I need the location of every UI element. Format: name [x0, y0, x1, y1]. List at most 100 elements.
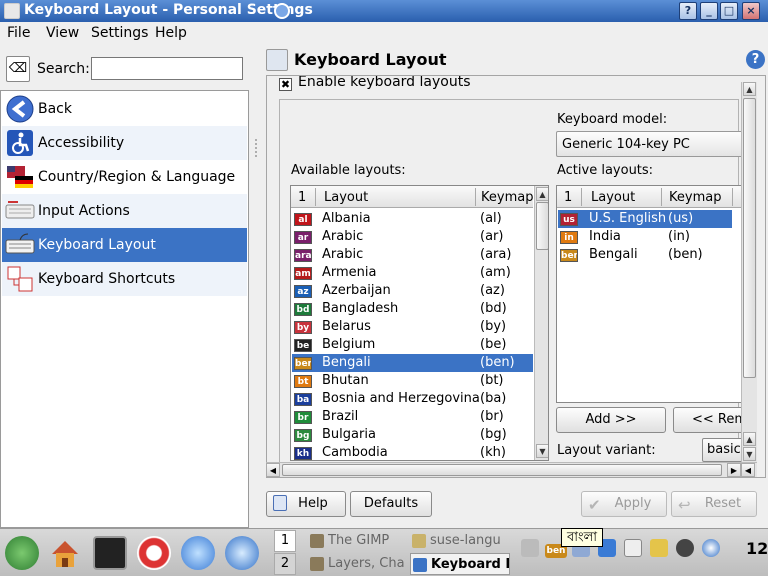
keyboard-layout-icon: [413, 558, 427, 572]
list-item[interactable]: in India (in): [558, 228, 732, 246]
list-item[interactable]: be Belgium (be): [292, 336, 533, 354]
reset-button[interactable]: ↩ Reset: [671, 491, 757, 517]
sidebar-item-back[interactable]: Back: [2, 92, 247, 126]
menu-settings[interactable]: Settings: [91, 25, 148, 41]
defaults-button[interactable]: Defaults: [350, 491, 432, 517]
help-icon[interactable]: ?: [746, 50, 765, 69]
task-the-gimp[interactable]: The GIMP: [308, 530, 408, 552]
help-lifebuoy-icon[interactable]: [137, 536, 171, 570]
list-item[interactable]: az Azerbaijan (az): [292, 282, 533, 300]
scroll-thumb[interactable]: [282, 464, 722, 476]
globe-tray-icon[interactable]: [702, 539, 720, 557]
help-button[interactable]: Help: [266, 491, 346, 517]
close-button[interactable]: ×: [742, 2, 760, 20]
panel-splitter[interactable]: [249, 90, 263, 528]
column-num[interactable]: 1: [298, 190, 306, 205]
window-titlebar[interactable]: Keyboard Layout - Personal Settings ? _ …: [0, 0, 768, 22]
available-list-scrollbar[interactable]: ▲ ▼: [534, 186, 548, 460]
mail-icon[interactable]: [225, 536, 259, 570]
terminal-icon[interactable]: [93, 536, 127, 570]
sidebar-item-label: Back: [38, 101, 72, 117]
list-item[interactable]: bd Bangladesh (bd): [292, 300, 533, 318]
scroll-left-icon[interactable]: ◀: [741, 463, 755, 477]
enable-layouts-row[interactable]: ✖ Enable keyboard layouts: [278, 76, 738, 92]
menu-view[interactable]: View: [46, 25, 79, 41]
list-item[interactable]: am Armenia (am): [292, 264, 533, 282]
layout-name: Arabic: [322, 229, 364, 244]
desktop-2-button[interactable]: 2: [274, 553, 296, 575]
desktop-1-button[interactable]: 1: [274, 530, 296, 552]
content-scrollbar[interactable]: ▲ ▲ ▼: [741, 82, 757, 462]
list-item[interactable]: al Albania (al): [292, 210, 533, 228]
scroll-up-icon[interactable]: ▲: [743, 82, 756, 96]
sidebar-item-keyboard-layout[interactable]: Keyboard Layout: [2, 228, 247, 262]
scroll-left-icon[interactable]: ◀: [266, 463, 280, 477]
list-item[interactable]: ar Arabic (ar): [292, 228, 533, 246]
list-item[interactable]: ba Bosnia and Herzegovina (ba): [292, 390, 533, 408]
column-layout[interactable]: Layout: [591, 190, 635, 205]
layout-name: Belgium: [322, 337, 376, 352]
layout-name: Arabic: [322, 247, 364, 262]
content-horizontal-scrollbar[interactable]: ◀ ▶ ◀: [266, 462, 757, 477]
sidebar-item-accessibility[interactable]: Accessibility: [2, 126, 247, 160]
app-icon[interactable]: [4, 3, 20, 19]
list-item[interactable]: ara Arabic (ara): [292, 246, 533, 264]
enable-layouts-checkbox[interactable]: ✖: [279, 78, 292, 91]
scroll-down-icon[interactable]: ▼: [536, 444, 548, 458]
sidebar-item-input-actions[interactable]: Input Actions: [2, 194, 247, 228]
list-item[interactable]: ben Bengali (ben): [558, 246, 732, 264]
scroll-down-icon[interactable]: ▼: [743, 447, 756, 461]
scroll-up-icon[interactable]: ▲: [536, 187, 548, 201]
enable-layouts-label: Enable keyboard layouts: [298, 76, 471, 90]
scroll-up-icon[interactable]: ▲: [743, 432, 756, 446]
layout-keymap: (kh): [480, 445, 506, 460]
keyboard-layout-icon: [266, 49, 288, 71]
clear-search-icon[interactable]: ⌫: [6, 56, 30, 82]
module-header: Keyboard Layout: [266, 47, 766, 75]
task-layers[interactable]: Layers, Cha: [308, 553, 408, 575]
column-num[interactable]: 1: [564, 190, 572, 205]
scroll-thumb[interactable]: [743, 98, 756, 378]
sidebar-item-country-region-language[interactable]: Country/Region & Language: [2, 160, 247, 194]
maximize-button[interactable]: □: [720, 2, 738, 20]
help-title-button[interactable]: ?: [679, 2, 697, 20]
browser-icon[interactable]: [181, 536, 215, 570]
active-list-header: 1 Layout Keymap: [557, 186, 745, 208]
sidebar-item-label: Accessibility: [38, 135, 125, 151]
column-layout[interactable]: Layout: [324, 190, 368, 205]
scroll-thumb[interactable]: [536, 202, 548, 250]
list-item[interactable]: ben Bengali (ben): [292, 354, 533, 372]
column-keymap[interactable]: Keymap: [481, 190, 533, 205]
apply-button[interactable]: ✔ Apply: [581, 491, 667, 517]
search-input[interactable]: [91, 57, 243, 80]
task-label: The GIMP: [328, 533, 390, 548]
list-item[interactable]: us U.S. English (us): [558, 210, 732, 228]
sidebar-item-keyboard-shortcuts[interactable]: Keyboard Shortcuts: [2, 262, 247, 296]
list-item[interactable]: bg Bulgaria (bg): [292, 426, 533, 444]
klipper-tray-icon[interactable]: [624, 539, 642, 557]
battery-tray-icon[interactable]: [650, 539, 668, 557]
list-item[interactable]: kh Cambodia (kh): [292, 444, 533, 460]
keyboard-model-select[interactable]: Generic 104-key PC: [556, 131, 746, 157]
active-layouts-list[interactable]: 1 Layout Keymap us U.S. English (us) in Indi…: [556, 185, 746, 403]
start-menu-icon[interactable]: [5, 536, 39, 570]
available-layouts-list[interactable]: 1 Layout Keymap al Albania (al) ar Arabic (ar…: [290, 185, 549, 461]
clock[interactable]: 12:: [746, 539, 768, 558]
minimize-button[interactable]: _: [700, 2, 718, 20]
scroll-right-icon[interactable]: ▶: [727, 463, 741, 477]
list-item[interactable]: bt Bhutan (bt): [292, 372, 533, 390]
list-item[interactable]: br Brazil (br): [292, 408, 533, 426]
layout-variant-select[interactable]: basic: [702, 438, 746, 462]
clipboard-tray-icon[interactable]: [521, 539, 539, 557]
task-keyboard-layout[interactable]: Keyboard L: [410, 553, 510, 575]
task-suse-langu[interactable]: suse-langu: [410, 530, 506, 552]
layout-keymap: (by): [480, 319, 507, 334]
add-layout-button[interactable]: Add >>: [556, 407, 666, 433]
column-keymap[interactable]: Keymap: [669, 190, 721, 205]
layout-name: India: [589, 229, 621, 244]
menu-help[interactable]: Help: [155, 25, 187, 41]
menu-file[interactable]: File: [7, 25, 30, 41]
home-icon[interactable]: [48, 536, 82, 570]
network-tray-icon[interactable]: [676, 539, 694, 557]
list-item[interactable]: by Belarus (by): [292, 318, 533, 336]
